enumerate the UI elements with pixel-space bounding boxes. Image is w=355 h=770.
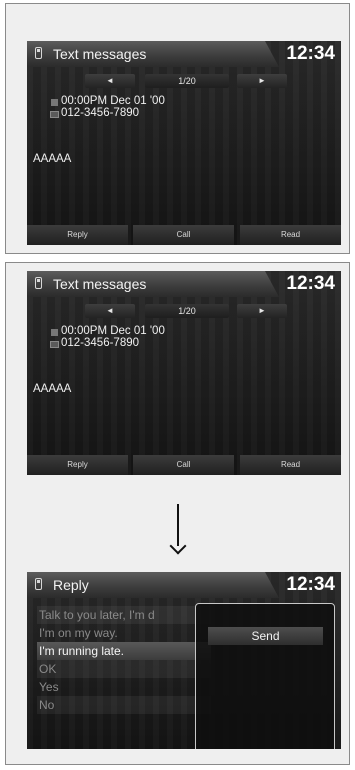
time-icon (51, 99, 58, 106)
screen-title: Text messages (53, 46, 147, 62)
reply-option-selected[interactable]: I'm running late. (37, 642, 211, 660)
header-bar: Text messages 12:34 (27, 271, 341, 297)
message-phone-number: 012-3456-7890 (61, 107, 140, 119)
reply-button[interactable]: Reply (27, 225, 128, 245)
pager: ◄ 1/20 ► (27, 74, 341, 90)
panel-text-messages-1: Text messages 12:34 ◄ 1/20 ► 00:00PM Dec… (5, 3, 350, 254)
message-timestamp: 00:00PM Dec 01 '00 (61, 325, 165, 337)
screen-text-messages-2: Text messages 12:34 ◄ 1/20 ► 00:00PM Dec… (27, 271, 341, 475)
read-button[interactable]: Read (240, 455, 341, 475)
screen-title: Text messages (53, 276, 147, 292)
message-timestamp: 00:00PM Dec 01 '00 (61, 95, 165, 107)
reply-option[interactable]: Yes (37, 678, 211, 696)
phone-icon (35, 578, 42, 590)
call-button[interactable]: Call (133, 455, 234, 475)
send-popup: Send (195, 603, 335, 749)
screen-text-messages-1: Text messages 12:34 ◄ 1/20 ► 00:00PM Dec… (27, 41, 341, 245)
reply-button[interactable]: Reply (27, 455, 128, 475)
read-button[interactable]: Read (240, 225, 341, 245)
send-button[interactable]: Send (208, 627, 323, 645)
page-indicator: 1/20 (145, 304, 229, 318)
message-body: AAAAA (33, 383, 72, 395)
pager: ◄ 1/20 ► (27, 304, 341, 320)
clock: 12:34 (286, 574, 335, 595)
reply-list: Talk to you later, I'm d I'm on my way. … (37, 606, 211, 714)
prev-message-button[interactable]: ◄ (85, 74, 135, 88)
time-icon (51, 329, 58, 336)
reply-option[interactable]: I'm on my way. (37, 624, 211, 642)
header-bar: Text messages 12:34 (27, 41, 341, 67)
reply-option[interactable]: OK (37, 660, 211, 678)
clock: 12:34 (286, 43, 335, 64)
page-indicator: 1/20 (145, 74, 229, 88)
reply-option[interactable]: Talk to you later, I'm d (37, 606, 211, 624)
reply-option[interactable]: No (37, 696, 211, 714)
header-bar: Reply 12:34 (27, 572, 341, 598)
screen-title: Reply (53, 577, 89, 593)
softkey-bar: Reply Call Read (27, 225, 341, 245)
prev-message-button[interactable]: ◄ (85, 304, 135, 318)
clock: 12:34 (286, 273, 335, 294)
softkey-bar: Reply Call Read (27, 455, 341, 475)
message-body: AAAAA (33, 153, 72, 165)
next-message-button[interactable]: ► (237, 304, 287, 318)
message-phone-number: 012-3456-7890 (61, 337, 140, 349)
phone-icon (35, 47, 42, 59)
sender-icon (50, 111, 59, 118)
call-button[interactable]: Call (133, 225, 234, 245)
screen-reply: Reply 12:34 Talk to you later, I'm d I'm… (27, 572, 341, 749)
phone-icon (35, 277, 42, 289)
next-message-button[interactable]: ► (237, 74, 287, 88)
sender-icon (50, 341, 59, 348)
